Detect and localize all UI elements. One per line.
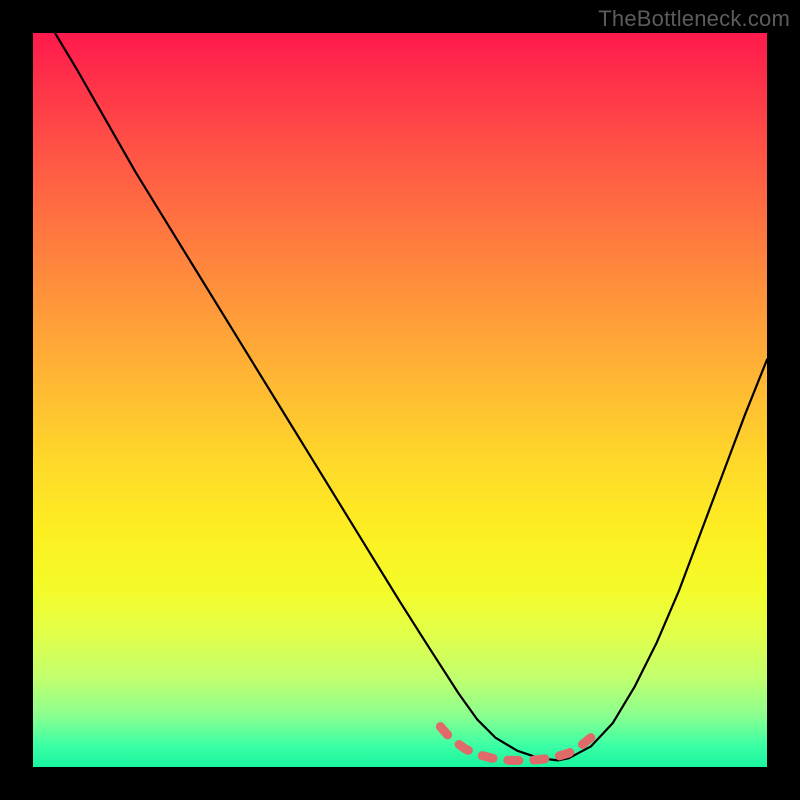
watermark-text: TheBottleneck.com (598, 6, 790, 32)
dashed-minimum-path (440, 727, 590, 761)
chart-container: TheBottleneck.com (0, 0, 800, 800)
plot-area (33, 33, 767, 767)
v-curve-path (55, 33, 767, 760)
curve-overlay (33, 33, 767, 767)
